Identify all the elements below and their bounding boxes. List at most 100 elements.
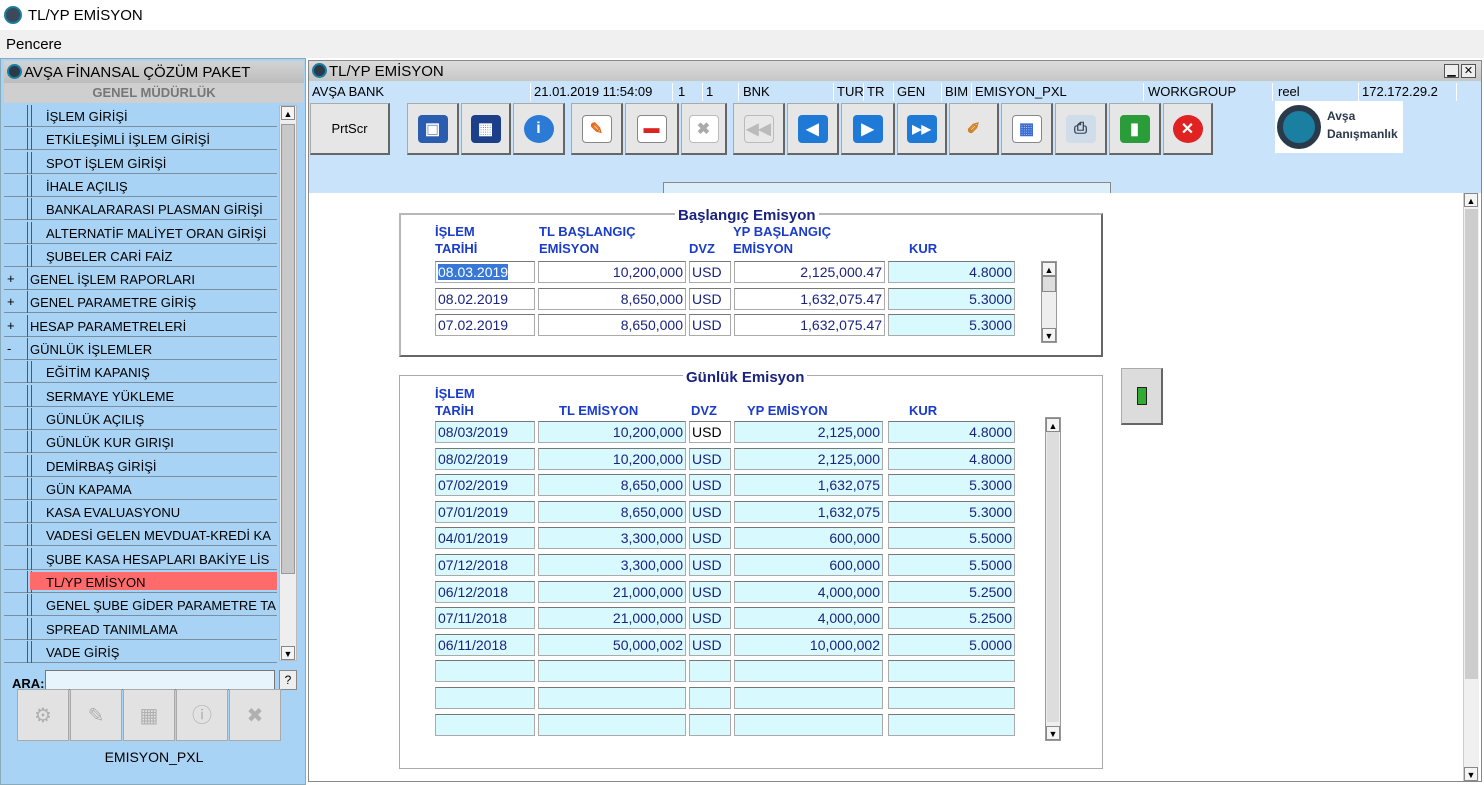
menu-pencere[interactable]: Pencere [6, 36, 62, 53]
cell-tl[interactable]: 10,200,000 [538, 447, 686, 470]
cell-tarih[interactable]: 07/12/2018 [435, 554, 535, 576]
cell-kur[interactable]: 5.0000 [888, 633, 1015, 656]
cell-kur[interactable] [888, 713, 1015, 736]
cell-yp[interactable]: 1,632,075.47 [734, 287, 885, 310]
scroll-down-icon[interactable]: ▼ [1042, 328, 1056, 342]
nav-expander[interactable]: + [4, 314, 28, 337]
nav-item[interactable]: VADE GİRİŞ [4, 640, 277, 663]
cell-kur[interactable]: 5.2500 [888, 580, 1015, 603]
cell-tl[interactable]: 10,200,000 [538, 261, 686, 283]
first-record-button[interactable]: ◀◀ [733, 103, 785, 155]
cell-tarih[interactable] [435, 660, 535, 683]
nav-item[interactable]: SERMAYE YÜKLEME [4, 384, 277, 407]
cell-tarih[interactable]: 08/03/2019 [435, 421, 535, 443]
cell-kur[interactable]: 4.8000 [888, 447, 1015, 470]
nav-expander[interactable] [4, 547, 28, 570]
nav-expander[interactable] [4, 407, 28, 430]
nav-item[interactable]: TL/YP EMİSYON [4, 571, 277, 593]
nav-item[interactable]: SPREAD TANIMLAMA [4, 617, 277, 640]
nav-item[interactable]: + GENEL İŞLEM RAPORLARI [4, 268, 277, 291]
cell-dvz[interactable]: USD [689, 474, 731, 497]
cell-tl[interactable]: 8,650,000 [538, 314, 686, 336]
nav-expander[interactable]: - [4, 338, 28, 360]
info-button[interactable]: i [513, 103, 565, 155]
nav-item[interactable]: SPOT İŞLEM GİRİŞİ [4, 151, 277, 174]
close-window-icon[interactable]: ✕ [1461, 64, 1476, 78]
users-button[interactable]: ⚙ [17, 689, 69, 741]
cell-dvz[interactable]: USD [689, 287, 731, 310]
prtscr-button[interactable]: PrtScr [310, 103, 390, 155]
exit-button[interactable]: ✕ [1163, 103, 1213, 155]
cell-tarih[interactable]: 07/01/2019 [435, 500, 535, 523]
print-button[interactable]: ⎙ [1055, 103, 1107, 155]
nav-expander[interactable] [4, 594, 28, 617]
cell-yp[interactable]: 600,000 [734, 554, 883, 576]
cell-yp[interactable]: 1,632,075 [734, 500, 883, 523]
cell-yp[interactable]: 1,632,075.47 [734, 314, 885, 336]
nav-expander[interactable] [4, 384, 28, 407]
cell-dvz[interactable]: USD [689, 421, 731, 443]
scroll-down-icon[interactable]: ▼ [1464, 767, 1478, 781]
nav-expander[interactable] [4, 128, 28, 151]
cell-tl[interactable]: 10,200,000 [538, 421, 686, 443]
nav-expander[interactable] [4, 244, 28, 267]
minimize-icon[interactable]: ▁ [1444, 64, 1459, 78]
edit-button[interactable]: ✎ [571, 103, 623, 155]
cell-tarih[interactable]: 04/01/2019 [435, 527, 535, 550]
nav-expander[interactable] [4, 501, 28, 524]
main-scrollbar[interactable]: ▲ ▼ [1463, 193, 1479, 781]
cell-tarih[interactable] [435, 687, 535, 709]
scroll-down-icon[interactable]: ▼ [1046, 726, 1060, 740]
scroll-up-icon[interactable]: ▲ [1046, 418, 1060, 432]
nav-expander[interactable] [4, 431, 28, 454]
cell-tarih[interactable]: 06/11/2018 [435, 633, 535, 656]
cell-tarih[interactable]: 08.03.2019 [435, 261, 535, 283]
nav-item[interactable]: BANKALARARASI PLASMAN GİRİŞİ [4, 198, 277, 221]
cell-dvz[interactable]: USD [689, 261, 731, 283]
cell-yp[interactable] [734, 660, 883, 683]
nav-item[interactable]: KASA EVALUASYONU [4, 501, 277, 524]
gunluk-scrollbar[interactable]: ▲ ▼ [1045, 417, 1061, 741]
cell-tarih[interactable]: 08/02/2019 [435, 447, 535, 470]
cell-yp[interactable]: 2,125,000.47 [734, 261, 885, 283]
cell-dvz[interactable]: USD [689, 554, 731, 576]
nav-item[interactable]: + GENEL PARAMETRE GİRİŞ [4, 291, 277, 314]
nav-item[interactable]: ŞUBE KASA HESAPLARI BAKİYE LİS [4, 547, 277, 570]
nav-item[interactable]: EĞİTİM KAPANIŞ [4, 361, 277, 384]
cell-tl[interactable] [538, 687, 686, 709]
scroll-up-icon[interactable]: ▲ [1464, 193, 1478, 207]
nav-expander[interactable] [4, 151, 28, 174]
close-button[interactable]: ✖ [229, 689, 281, 741]
next-record-button[interactable]: ▶ [841, 103, 895, 155]
nav-item[interactable]: GENEL ŞUBE GİDER PARAMETRE TA [4, 594, 277, 617]
cell-dvz[interactable]: USD [689, 527, 731, 550]
nav-item[interactable]: ŞUBELER CARİ FAİZ [4, 244, 277, 267]
nav-expander[interactable] [4, 477, 28, 500]
cell-tarih[interactable] [435, 713, 535, 736]
search-input[interactable] [45, 670, 275, 690]
scroll-thumb[interactable] [1042, 276, 1056, 292]
cell-tl[interactable] [538, 660, 686, 683]
cell-tl[interactable]: 8,650,000 [538, 500, 686, 523]
scroll-down-icon[interactable]: ▼ [281, 646, 295, 660]
cell-yp[interactable]: 600,000 [734, 527, 883, 550]
nav-expander[interactable] [4, 361, 28, 384]
traffic-light-button[interactable] [1121, 368, 1163, 425]
nav-scrollbar[interactable]: ▲ ▼ [279, 105, 297, 661]
info-button[interactable]: ⓘ [176, 689, 228, 741]
book-button[interactable]: ▮ [1109, 103, 1161, 155]
nav-item[interactable]: GÜNLÜK KUR GIRIŞI [4, 431, 277, 454]
nav-item[interactable]: - GÜNLÜK İŞLEMLER [4, 338, 277, 360]
nav-item[interactable]: VADESİ GELEN MEVDUAT-KREDİ KA [4, 524, 277, 547]
nav-expander[interactable] [4, 105, 28, 127]
cell-kur[interactable]: 5.2500 [888, 607, 1015, 630]
cell-dvz[interactable]: USD [689, 447, 731, 470]
search-help-button[interactable]: ? [279, 670, 297, 690]
scroll-thumb[interactable] [1465, 209, 1478, 679]
grid-button[interactable]: ▦ [461, 103, 511, 155]
cell-tl[interactable]: 3,300,000 [538, 527, 686, 550]
cell-kur[interactable]: 5.3000 [888, 287, 1015, 310]
nav-expander[interactable] [4, 571, 28, 593]
nav-item[interactable]: İŞLEM GİRİŞİ [4, 105, 277, 127]
nav-expander[interactable] [4, 174, 28, 197]
